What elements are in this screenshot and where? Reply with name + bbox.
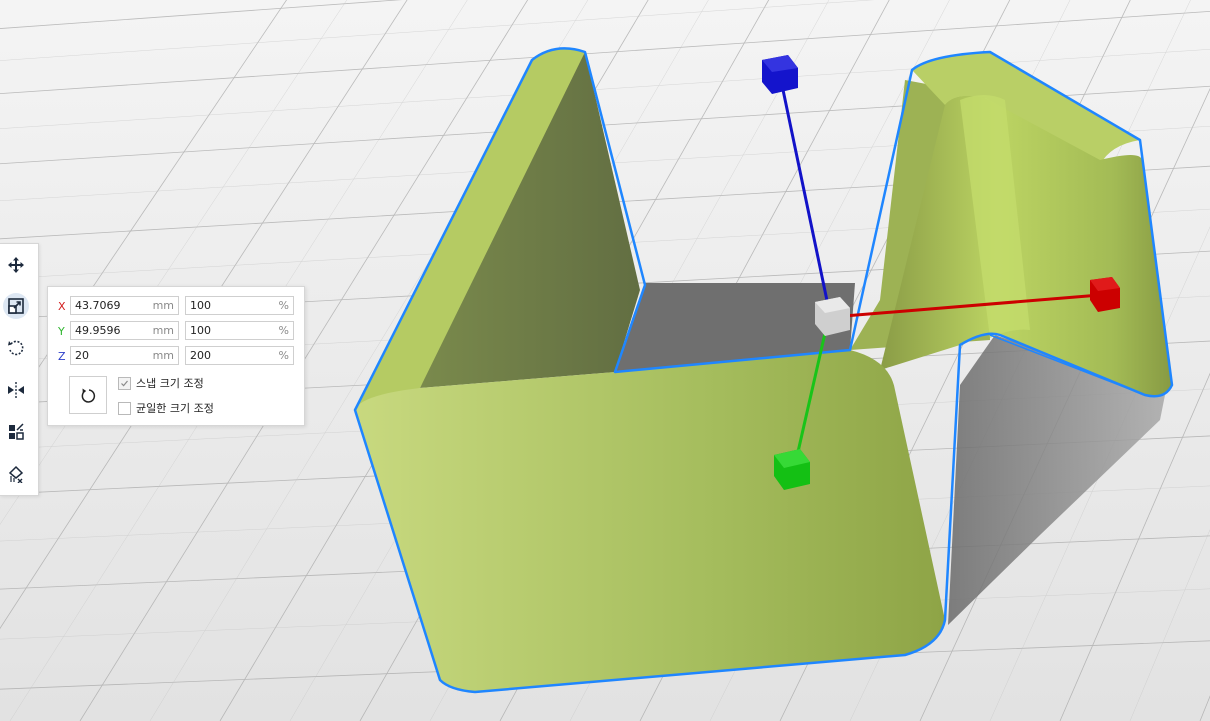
support-icon: [8, 465, 24, 483]
x-axis-label: X: [58, 300, 66, 313]
uniform-scaling-option[interactable]: 균일한 크기 조정: [118, 400, 214, 416]
rotate-icon: [8, 340, 24, 356]
y-size-mm-input[interactable]: 49.9596 mm: [70, 321, 179, 340]
checkmark-icon: [121, 380, 128, 386]
x-size-mm-value: 43.7069: [75, 299, 121, 312]
y-size-mm-value: 49.9596: [75, 324, 121, 337]
mirror-icon: [8, 382, 24, 398]
y-scale-percent-input[interactable]: 100 %: [185, 321, 294, 340]
x-size-mm-input[interactable]: 43.7069 mm: [70, 296, 179, 315]
arrange-icon: [9, 423, 24, 440]
snap-scaling-label: 스냅 크기 조정: [136, 377, 204, 390]
snap-scaling-option[interactable]: 스냅 크기 조정: [118, 375, 204, 391]
support-tool-button[interactable]: [3, 461, 29, 487]
x-scale-percent-input[interactable]: 100 %: [185, 296, 294, 315]
x-scale-percent-value: 100: [190, 299, 211, 312]
arrange-tool-button[interactable]: [3, 419, 29, 445]
x-size-mm-unit: mm: [152, 299, 174, 312]
move-tool-button[interactable]: [3, 252, 29, 278]
y-scale-percent-value: 100: [190, 324, 211, 337]
gizmo-center-handle[interactable]: [815, 297, 850, 336]
z-size-mm-input[interactable]: 20 mm: [70, 346, 179, 365]
z-scale-percent-value: 200: [190, 349, 211, 362]
reset-scale-button[interactable]: [69, 376, 107, 414]
move-icon: [8, 257, 24, 273]
x-scale-percent-unit: %: [278, 299, 289, 312]
scale-panel: X 43.7069 mm 100 % Y 49.9596 mm 100 % Z …: [47, 286, 305, 426]
z-size-mm-unit: mm: [152, 349, 174, 362]
uniform-scaling-label: 균일한 크기 조정: [136, 402, 214, 415]
z-axis-label: Z: [58, 350, 66, 363]
y-axis-label: Y: [58, 325, 65, 338]
rotate-tool-button[interactable]: [3, 335, 29, 361]
snap-scaling-checkbox[interactable]: [118, 376, 131, 390]
scale-tool-button[interactable]: [3, 293, 29, 319]
mirror-tool-button[interactable]: [3, 377, 29, 403]
reset-icon: [81, 388, 96, 403]
y-scale-percent-unit: %: [278, 324, 289, 337]
scale-icon: [8, 298, 24, 314]
z-scale-percent-unit: %: [278, 349, 289, 362]
y-size-mm-unit: mm: [152, 324, 174, 337]
uniform-scaling-checkbox[interactable]: [118, 401, 131, 415]
gizmo-x-handle[interactable]: [1090, 277, 1120, 312]
tool-sidebar: [0, 243, 39, 496]
z-size-mm-value: 20: [75, 349, 89, 362]
z-scale-percent-input[interactable]: 200 %: [185, 346, 294, 365]
